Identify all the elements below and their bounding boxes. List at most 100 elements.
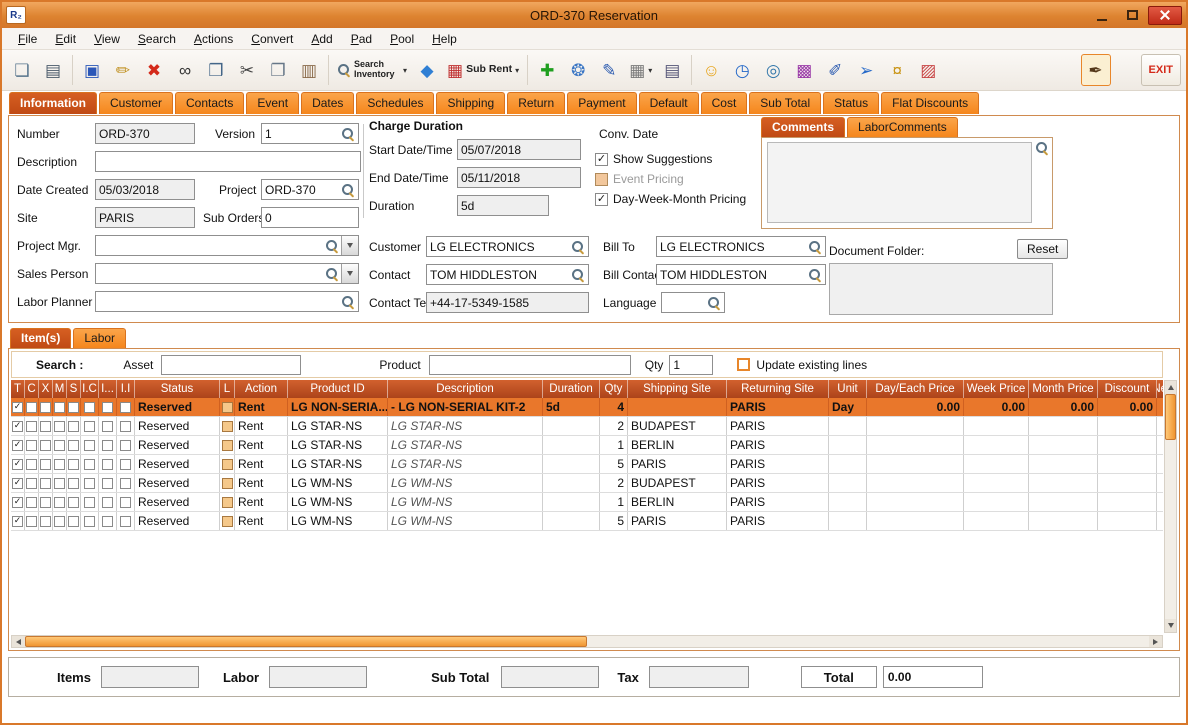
search-inventory-button[interactable]: Search Inventory▾ [333, 54, 411, 86]
event-pricing-box[interactable] [595, 173, 608, 186]
row-check-i[interactable] [102, 421, 113, 432]
row-check-s[interactable] [68, 402, 79, 413]
grid-row[interactable]: ReservedRentLG WM-NSLG WM-NS1BERLINPARIS [11, 493, 1163, 512]
show-suggestions-box[interactable] [595, 153, 608, 166]
grid-row[interactable]: ReservedRentLG STAR-NSLG STAR-NS2BUDAPES… [11, 417, 1163, 436]
project-mgr-dropdown[interactable] [341, 236, 358, 255]
grid-row[interactable]: ReservedRentLG STAR-NSLG STAR-NS1BERLINP… [11, 436, 1163, 455]
scroll-up-button[interactable] [1165, 381, 1176, 394]
export-button[interactable]: ➢ [851, 54, 881, 86]
menu-add[interactable]: Add [303, 30, 340, 48]
sub-rent-button[interactable]: ▦Sub Rent▾ [443, 54, 523, 86]
find-button[interactable]: ∞ [170, 54, 200, 86]
column-header-i-c[interactable]: I.C [81, 380, 99, 398]
tab-schedules[interactable]: Schedules [356, 92, 434, 114]
start-date-field[interactable]: 05/07/2018 [457, 139, 581, 160]
bill-contact-field[interactable]: TOM HIDDLESTON [656, 264, 826, 285]
cd-button[interactable]: ◎ [758, 54, 788, 86]
project-mgr-search-icon[interactable] [325, 239, 339, 253]
row-check-i-c[interactable] [84, 497, 95, 508]
column-header-m[interactable]: M [53, 380, 67, 398]
titlebar[interactable]: R₂ ORD-370 Reservation [2, 2, 1186, 28]
menu-actions[interactable]: Actions [186, 30, 241, 48]
comments-tab-comments[interactable]: Comments [761, 117, 845, 137]
tab-status[interactable]: Status [823, 92, 879, 114]
description-field[interactable] [95, 151, 361, 172]
language-search-icon[interactable] [707, 296, 721, 310]
column-header-action[interactable]: Action [235, 380, 288, 398]
tab-shipping[interactable]: Shipping [436, 92, 505, 114]
row-check-s[interactable] [68, 478, 79, 489]
menu-pool[interactable]: Pool [382, 30, 422, 48]
product-input[interactable] [429, 355, 631, 375]
document-folder-box[interactable] [829, 263, 1053, 315]
contact-tel-field[interactable]: +44-17-5349-1585 [426, 292, 589, 313]
total-field[interactable]: 0.00 [883, 666, 983, 688]
vscroll-track[interactable] [1165, 394, 1176, 619]
duration-field[interactable]: 5d [457, 195, 549, 216]
column-header-returning-site[interactable]: Returning Site [727, 380, 829, 398]
row-check-x[interactable] [40, 516, 51, 527]
project-mgr-field[interactable] [95, 235, 359, 256]
column-header-i[interactable]: I... [99, 380, 117, 398]
number-field[interactable]: ORD-370 [95, 123, 195, 144]
tab-event[interactable]: Event [246, 92, 299, 114]
bill-contact-search-icon[interactable] [808, 268, 822, 282]
cut-document-button[interactable]: ❒ [201, 54, 231, 86]
items-total-field[interactable] [101, 666, 199, 688]
time-button[interactable]: ◷ [727, 54, 757, 86]
wand-button[interactable]: ✒ [1081, 54, 1111, 86]
end-date-field[interactable]: 05/11/2018 [457, 167, 581, 188]
site-field[interactable]: PARIS [95, 207, 195, 228]
contact-search-icon[interactable] [571, 268, 585, 282]
row-check-i[interactable] [102, 478, 113, 489]
row-check-i-c[interactable] [84, 459, 95, 470]
comments-tab-laborcomments[interactable]: LaborComments [847, 117, 958, 137]
version-search-icon[interactable] [341, 127, 355, 141]
customer-field[interactable]: LG ELECTRONICS [426, 236, 589, 257]
tab-customer[interactable]: Customer [99, 92, 173, 114]
comments-text-area[interactable] [767, 142, 1032, 223]
hscroll-thumb[interactable] [25, 636, 587, 647]
row-check-m[interactable] [54, 516, 65, 527]
day-week-month-box[interactable] [595, 193, 608, 206]
row-check-i-c[interactable] [84, 421, 95, 432]
close-button[interactable] [1148, 6, 1182, 25]
column-header-l[interactable]: L [220, 380, 235, 398]
row-check-i[interactable] [102, 497, 113, 508]
column-header-day-each-price[interactable]: Day/Each Price [867, 380, 964, 398]
row-check-m[interactable] [54, 497, 65, 508]
column-header-description[interactable]: Description [388, 380, 543, 398]
menu-help[interactable]: Help [424, 30, 465, 48]
coins-button[interactable]: ¤ [882, 54, 912, 86]
column-header-s[interactable]: S [67, 380, 81, 398]
column-header-month-price[interactable]: Month Price [1029, 380, 1098, 398]
items-tab-item-s[interactable]: Item(s) [10, 328, 71, 348]
menu-search[interactable]: Search [130, 30, 184, 48]
row-check-i-c[interactable] [84, 402, 95, 413]
row-check-s[interactable] [68, 497, 79, 508]
tab-flat-discounts[interactable]: Flat Discounts [881, 92, 979, 114]
column-header-unit[interactable]: Unit [829, 380, 867, 398]
row-check-s[interactable] [68, 421, 79, 432]
print-labels-button[interactable]: ▤ [657, 54, 687, 86]
column-header-duration[interactable]: Duration [543, 380, 600, 398]
print-button[interactable]: ▤ [38, 54, 68, 86]
grid-row[interactable]: ReservedRentLG NON-SERIA...- LG NON-SERI… [11, 398, 1163, 417]
row-check-t[interactable] [12, 421, 23, 432]
row-check-c[interactable] [26, 402, 37, 413]
row-check-s[interactable] [68, 440, 79, 451]
column-header-qty[interactable]: Qty [600, 380, 628, 398]
row-check-i-c[interactable] [84, 440, 95, 451]
version-field[interactable]: 1 [261, 123, 359, 144]
bill-to-search-icon[interactable] [808, 240, 822, 254]
asset-input[interactable] [161, 355, 301, 375]
search-inventory-button-dropdown[interactable]: ▾ [403, 66, 407, 75]
copy-button[interactable]: ❐ [263, 54, 293, 86]
edit-button[interactable]: ✏ [108, 54, 138, 86]
tab-dates[interactable]: Dates [301, 92, 354, 114]
reset-button[interactable]: Reset [1017, 239, 1068, 259]
edit-note-button[interactable]: ✎ [594, 54, 624, 86]
row-check-c[interactable] [26, 497, 37, 508]
row-check-c[interactable] [26, 459, 37, 470]
